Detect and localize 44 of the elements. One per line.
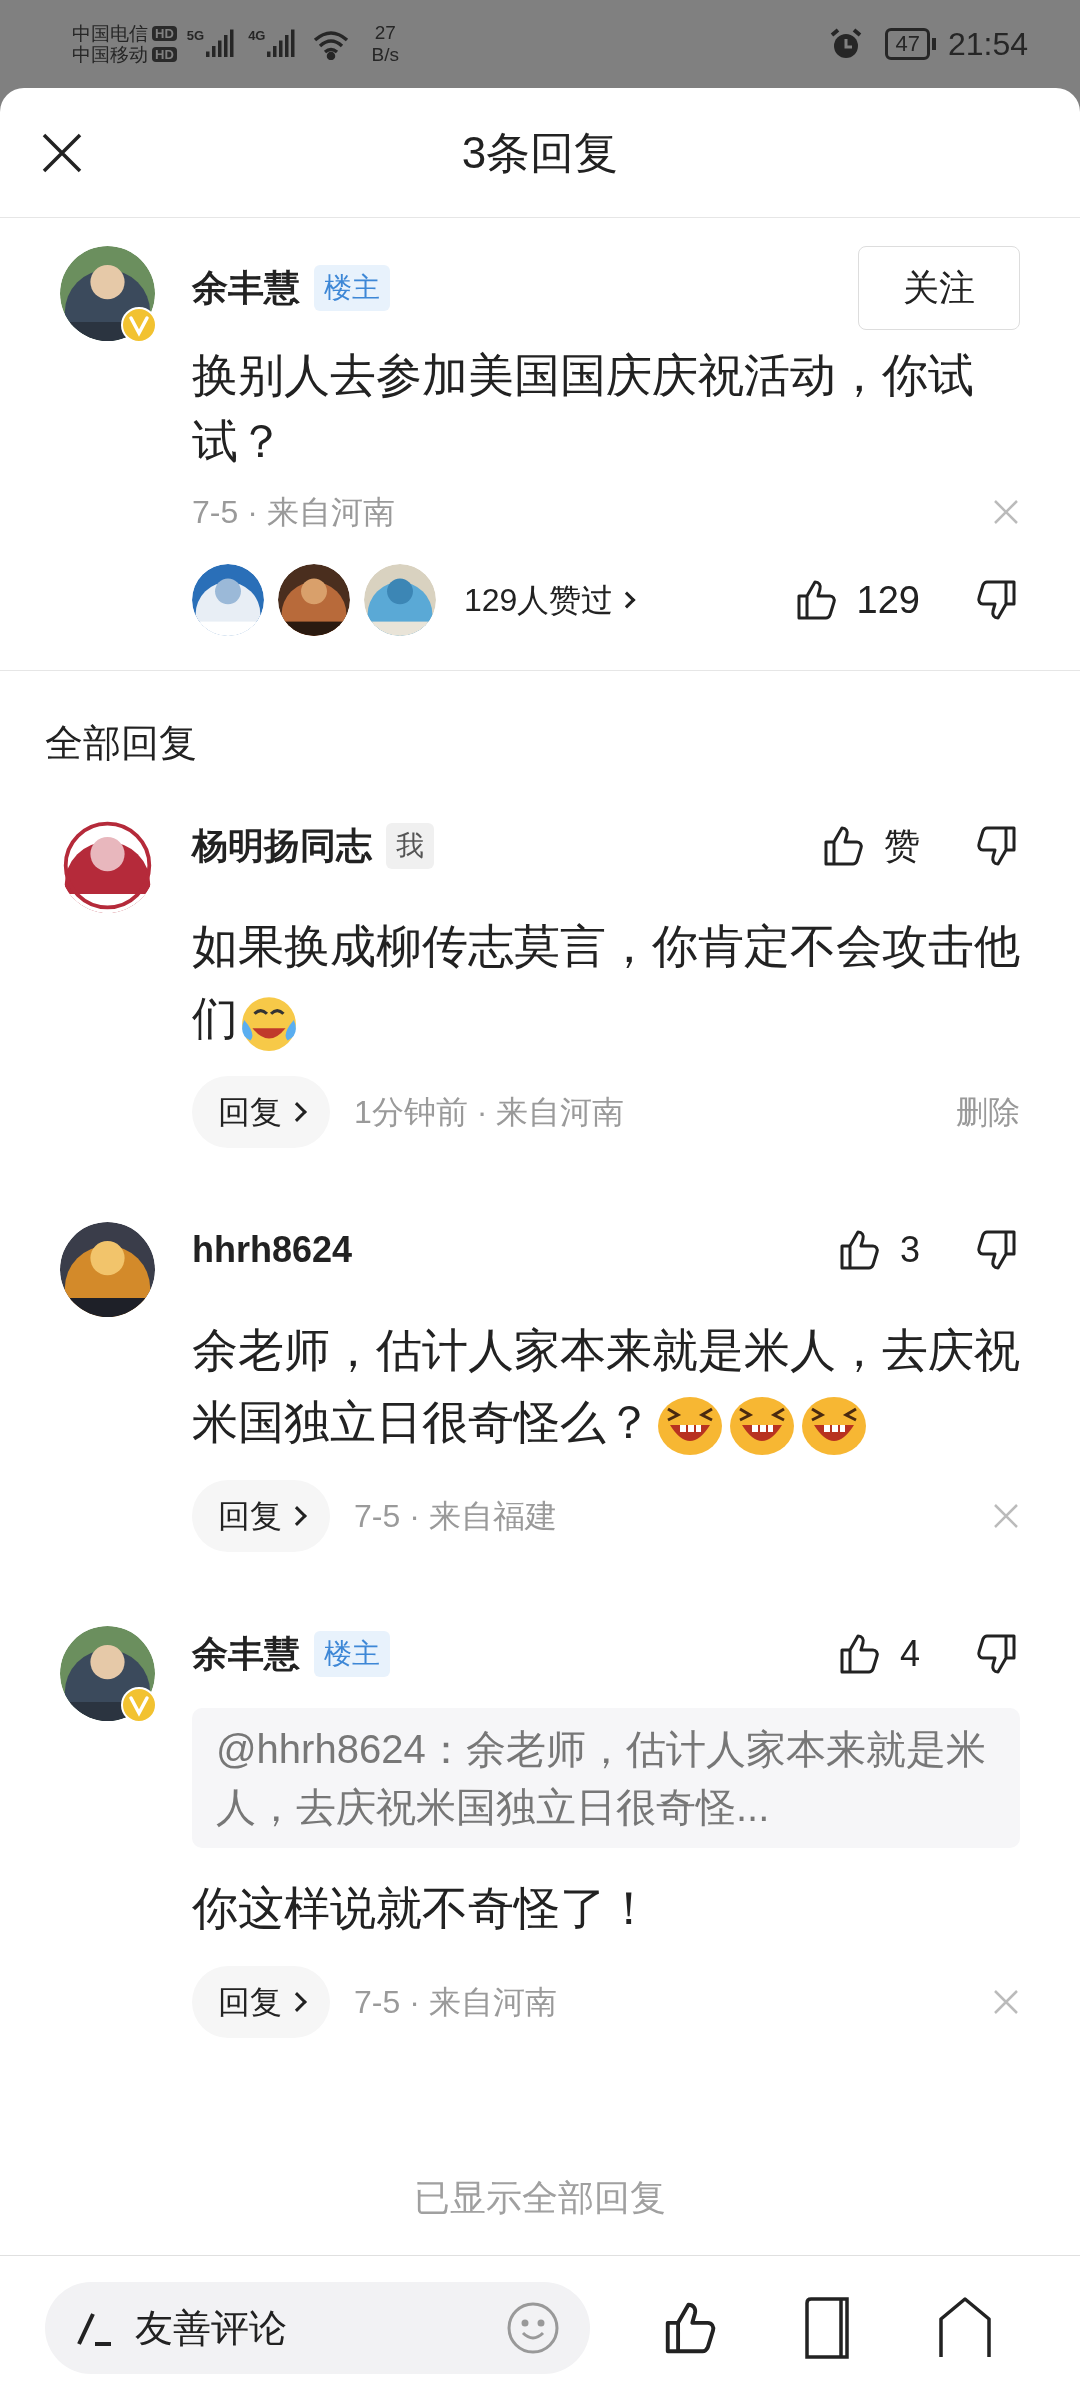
emoji-icon[interactable]	[506, 2301, 560, 2355]
hd-badge: HD	[152, 26, 177, 41]
author-name[interactable]: hhrh8624	[192, 1223, 353, 1277]
speed-unit: B/s	[371, 44, 399, 66]
author-tag: 楼主	[314, 1631, 390, 1677]
network-speed: 27	[374, 22, 396, 44]
reply-button[interactable]: 回复	[192, 1966, 330, 2038]
like-button[interactable]: 赞	[820, 819, 920, 873]
post-text: 换别人去参加美国国庆庆祝活动，你试试？	[192, 348, 975, 469]
like-button[interactable]: 4	[835, 1627, 920, 1681]
author-name[interactable]: 余丰慧	[192, 261, 300, 315]
reply-meta: 7-5 · 来自河南	[354, 1983, 557, 2022]
laughing-emoji	[800, 1394, 868, 1457]
reply-meta: 7-5 · 来自福建	[354, 1497, 557, 1536]
verified-badge-icon	[121, 1687, 157, 1723]
network-type: 5G	[186, 29, 205, 42]
likers-link[interactable]: 129人赞过	[464, 576, 634, 624]
laughing-emoji	[656, 1394, 724, 1457]
reply-text: 余老师，估计人家本来就是米人，去庆祝米国独立日很奇怪么？	[192, 1314, 1020, 1458]
section-title: 全部回复	[44, 721, 198, 766]
follow-button[interactable]: 关注	[858, 246, 1020, 330]
post-meta: 7-5 · 来自河南	[192, 493, 395, 532]
verified-badge-icon	[121, 307, 157, 343]
end-of-replies-note: 已显示全部回复	[413, 2176, 667, 2220]
reply-meta: 1分钟前 · 来自河南	[354, 1093, 625, 1132]
hd-badge: HD	[152, 47, 177, 62]
comment-input[interactable]: 友善评论	[45, 2282, 590, 2374]
reply-button[interactable]: 回复	[192, 1480, 330, 1552]
quoted-reply: @hhrh8624：余老师，估计人家本来就是米人，去庆祝米国独立日很奇怪...	[192, 1708, 1020, 1848]
reply-text: 你这样说就不奇怪了！	[192, 1881, 653, 1936]
reply-button[interactable]: 回复	[192, 1076, 330, 1148]
reply-text: 如果换成柳传志莫言，你肯定不会攻击他们	[192, 910, 1020, 1054]
author-name[interactable]: 杨明扬同志	[192, 819, 372, 873]
like-button[interactable]: 129	[792, 571, 920, 629]
carrier-name: 中国移动	[72, 45, 148, 64]
author-tag: 楼主	[314, 265, 390, 311]
author-tag: 我	[386, 823, 434, 869]
laughing-emoji	[728, 1394, 796, 1457]
like-button[interactable]: 3	[835, 1223, 920, 1277]
network-type: 4G	[248, 29, 266, 42]
author-name[interactable]: 余丰慧	[192, 1627, 300, 1681]
clock: 21:54	[947, 25, 1028, 64]
carrier-name: 中国电信	[72, 24, 148, 43]
header-title: 3条回复	[461, 126, 619, 179]
